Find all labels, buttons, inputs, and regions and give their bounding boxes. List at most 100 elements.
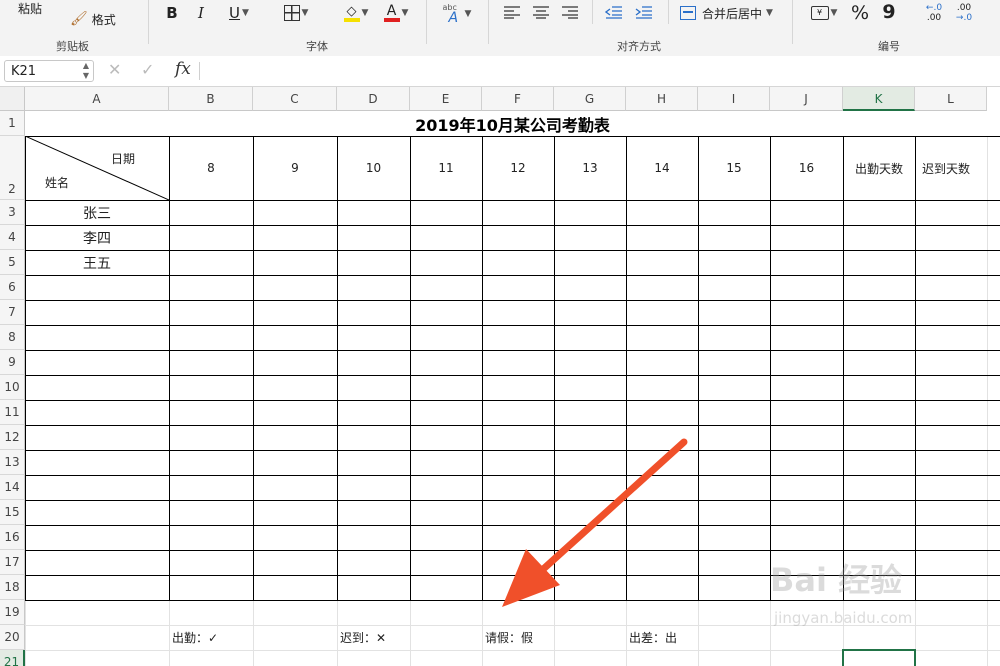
column-header-H[interactable]: H [626,87,698,111]
number-format-button[interactable]: ¥ ▼ [806,3,842,23]
comma-style-button[interactable]: 9 [880,0,898,24]
row-header-3[interactable]: 3 [0,200,25,225]
sheet-title[interactable]: 2019年10月某公司考勤表 [25,111,1000,136]
legend-present[interactable]: 出勤：✓ [169,625,253,650]
present-days-header[interactable]: 出勤天数 [843,136,915,200]
row-header-2[interactable]: 2 [0,136,25,200]
phonetic-guide-button[interactable]: abc A ▼ [438,2,474,26]
column-header-E[interactable]: E [410,87,482,111]
italic-button[interactable]: I [193,3,209,23]
align-right-button[interactable] [560,4,580,20]
row-header-10[interactable]: 10 [0,375,25,400]
row-header-4[interactable]: 4 [0,225,25,250]
legend-business-trip[interactable]: 出差：出 [626,625,698,650]
ribbon-separator [148,0,149,44]
day-header-13[interactable]: 13 [554,136,626,200]
row-header-17[interactable]: 17 [0,550,25,575]
increase-indent-button[interactable] [634,4,654,20]
legend-leave[interactable]: 请假：假 [482,625,554,650]
row-header-5[interactable]: 5 [0,250,25,275]
name-box[interactable]: K21 ▲ ▼ [4,60,94,82]
row-header-20[interactable]: 20 [0,625,25,650]
table-border [25,425,1000,426]
clipboard-group-label: 剪贴板 [56,40,89,53]
diagonal-header-cell[interactable]: 日期 姓名 [25,136,169,200]
column-header-J[interactable]: J [770,87,843,111]
column-header-C[interactable]: C [253,87,337,111]
chevron-down-icon: ▼ [401,8,409,18]
format-painter-button[interactable]: 🖌 格式 [70,10,116,28]
decrease-decimal-button[interactable]: .00 →.0 [952,2,976,24]
late-days-header[interactable]: 迟到天数 [915,136,1000,200]
percent-button[interactable]: % [848,1,872,25]
name-box-spinner-icon[interactable]: ▲ ▼ [83,61,89,81]
employee-name[interactable]: 张三 [25,200,169,225]
table-border [25,325,1000,326]
confirm-icon[interactable]: ✓ [141,60,154,79]
row-header-7[interactable]: 7 [0,300,25,325]
underline-button[interactable]: U ▼ [222,3,256,23]
fill-color-button[interactable]: ◇ ▼ [338,2,374,24]
column-header-B[interactable]: B [169,87,253,111]
day-header-9[interactable]: 9 [253,136,337,200]
row-header-8[interactable]: 8 [0,325,25,350]
day-header-8[interactable]: 8 [169,136,253,200]
table-border [698,136,699,600]
cancel-icon[interactable]: ✕ [108,60,121,79]
row-header-19[interactable]: 19 [0,600,25,625]
table-border [25,300,1000,301]
row-header-6[interactable]: 6 [0,275,25,300]
row-header-15[interactable]: 15 [0,500,25,525]
chevron-down-icon: ▼ [766,8,773,18]
column-header-L[interactable]: L [915,87,987,111]
merge-center-button[interactable]: 合并后居中 ▼ [680,3,773,23]
font-color-button[interactable]: A ▼ [378,2,414,24]
decrease-indent-button[interactable] [604,4,624,20]
increase-decimal-icon: ←.0 [925,2,943,13]
row-header-11[interactable]: 11 [0,400,25,425]
row-header-14[interactable]: 14 [0,475,25,500]
align-left-button[interactable] [502,4,522,20]
align-left-icon [504,6,520,19]
column-header-K[interactable]: K [843,87,915,111]
align-center-icon [533,6,549,19]
spreadsheet-grid[interactable]: ABCDEFGHIJKL 1 2 3 4 5 6 7 8 9 10 11 12 13 14 15 16 17 18… [0,87,1000,666]
column-header-G[interactable]: G [554,87,626,111]
ribbon-separator [488,0,489,44]
row-header-18[interactable]: 18 [0,575,25,600]
row-header-9[interactable]: 9 [0,350,25,375]
column-header-F[interactable]: F [482,87,554,111]
ribbon-separator [426,0,427,44]
column-header-D[interactable]: D [337,87,410,111]
paste-button[interactable]: 粘贴 [18,0,42,16]
legend-late[interactable]: 迟到：✕ [337,625,410,650]
column-header-I[interactable]: I [698,87,770,111]
ribbon-separator [592,0,593,24]
row-header-16[interactable]: 16 [0,525,25,550]
select-all-corner[interactable] [0,87,25,111]
table-border [554,136,555,600]
column-header-A[interactable]: A [25,87,169,111]
formula-input[interactable] [206,60,986,82]
decrease-decimal-icon: →.0 [955,12,973,23]
day-header-11[interactable]: 11 [410,136,482,200]
insert-function-icon[interactable]: fx [175,59,191,79]
align-center-button[interactable] [531,4,551,20]
bold-button[interactable]: B [163,3,181,23]
day-header-10[interactable]: 10 [337,136,410,200]
day-header-12[interactable]: 12 [482,136,554,200]
table-border [410,136,411,600]
increase-decimal-button[interactable]: ←.0 .00 [922,2,946,24]
day-header-16[interactable]: 16 [770,136,843,200]
day-header-15[interactable]: 15 [698,136,770,200]
chevron-down-icon: ▼ [464,9,472,19]
currency-icon: ¥ [810,6,829,20]
employee-name[interactable]: 王五 [25,250,169,275]
row-header-1[interactable]: 1 [0,111,25,136]
row-header-12[interactable]: 12 [0,425,25,450]
row-header-21[interactable]: 21 [0,650,25,666]
day-header-14[interactable]: 14 [626,136,698,200]
row-header-13[interactable]: 13 [0,450,25,475]
employee-name[interactable]: 李四 [25,225,169,250]
borders-button[interactable]: ▼ [278,3,314,23]
